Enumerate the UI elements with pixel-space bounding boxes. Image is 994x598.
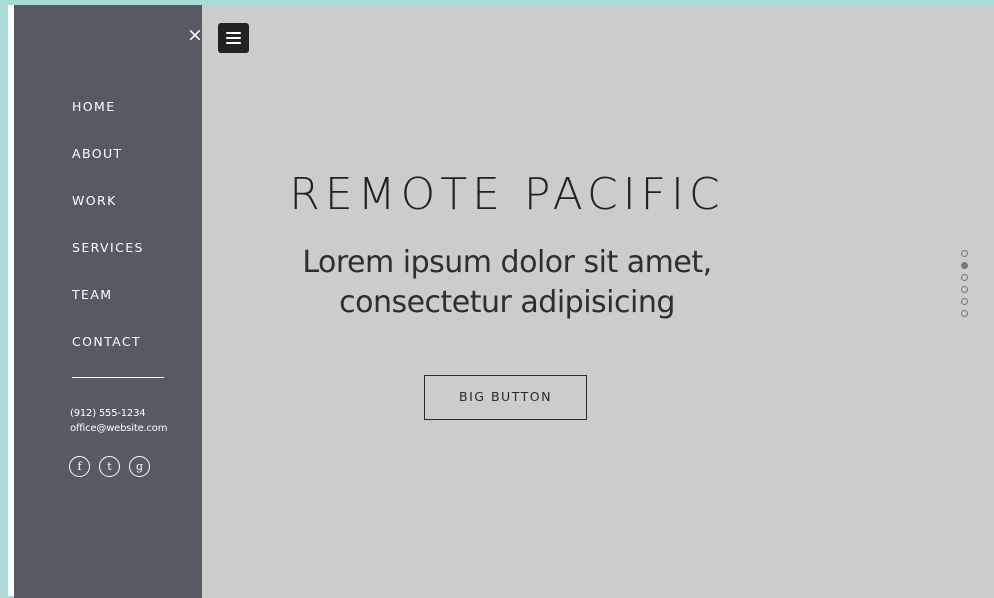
nav-item-contact[interactable]: CONTACT <box>72 331 144 378</box>
pagination-dot[interactable] <box>961 262 968 269</box>
contact-info: (912) 555-1234 office@website.com <box>70 406 167 436</box>
sidebar-nav: HOME ABOUT WORK SERVICES TEAM CONTACT <box>72 96 144 378</box>
sidebar: × HOME ABOUT WORK SERVICES TEAM CONTACT … <box>14 5 203 598</box>
social-links: f t g <box>69 456 150 477</box>
nav-item-work[interactable]: WORK <box>72 190 144 237</box>
hero-subtitle-line: Lorem ipsum dolor sit amet, <box>302 245 712 280</box>
hamburger-line <box>226 32 241 34</box>
pagination-dot[interactable] <box>961 286 968 293</box>
hero-subtitle: Lorem ipsum dolor sit amet, consectetur … <box>202 243 812 323</box>
big-button[interactable]: BIG BUTTON <box>424 375 587 420</box>
hamburger-line <box>226 42 241 44</box>
hero-subtitle-line: consectetur adipisicing <box>339 285 675 320</box>
phone-number: (912) 555-1234 <box>70 408 146 419</box>
twitter-icon[interactable]: t <box>99 456 120 477</box>
nav-item-services[interactable]: SERVICES <box>72 237 144 284</box>
hero-title: REMOTE PACIFIC <box>289 169 725 220</box>
google-plus-icon[interactable]: g <box>129 456 150 477</box>
hero-section: REMOTE PACIFIC Lorem ipsum dolor sit ame… <box>202 5 994 598</box>
pagination-dot[interactable] <box>961 298 968 305</box>
email-address[interactable]: office@website.com <box>70 421 167 436</box>
hamburger-line <box>226 37 241 39</box>
sidebar-divider <box>72 377 164 378</box>
nav-item-team[interactable]: TEAM <box>72 284 144 331</box>
nav-item-home[interactable]: HOME <box>72 96 144 143</box>
pagination-dot[interactable] <box>961 310 968 317</box>
hamburger-menu-button[interactable] <box>218 23 249 53</box>
slide-pagination <box>961 250 968 322</box>
facebook-icon[interactable]: f <box>69 456 90 477</box>
nav-item-about[interactable]: ABOUT <box>72 143 144 190</box>
pagination-dot[interactable] <box>961 250 968 257</box>
pagination-dot[interactable] <box>961 274 968 281</box>
